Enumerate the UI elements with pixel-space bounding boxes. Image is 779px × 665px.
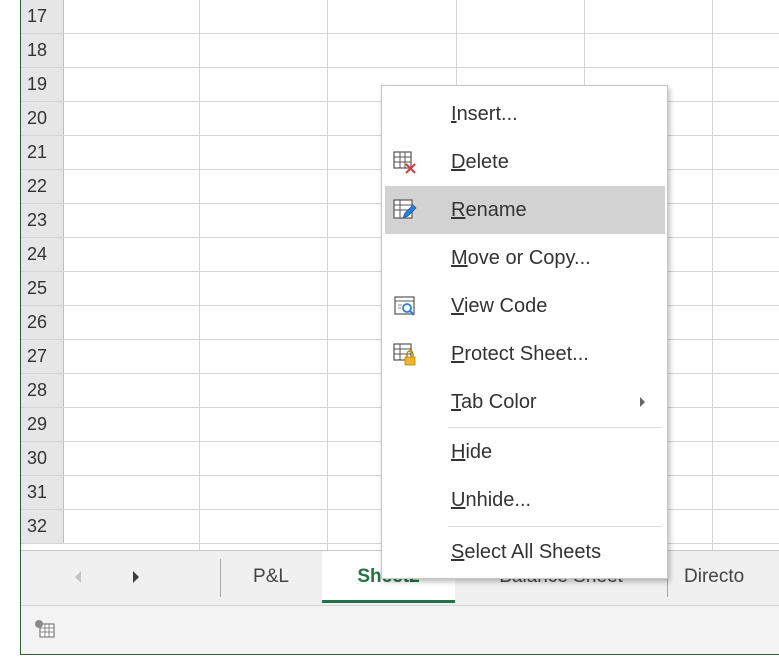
- row-header[interactable]: 19: [21, 68, 64, 101]
- row-header[interactable]: 20: [21, 102, 64, 135]
- row-header[interactable]: 25: [21, 272, 64, 305]
- menu-item-tab-color[interactable]: Tab Color: [385, 378, 665, 426]
- row-header[interactable]: 23: [21, 204, 64, 237]
- menu-item-insert[interactable]: Insert...: [385, 90, 665, 138]
- menu-item-unhide[interactable]: Unhide...: [385, 476, 665, 524]
- menu-item-move-or-copy[interactable]: Move or Copy...: [385, 234, 665, 282]
- sheet-tab-pl[interactable]: P&L: [221, 551, 321, 603]
- row-header[interactable]: 17: [21, 0, 64, 33]
- menu-item-label: Select All Sheets: [451, 541, 602, 563]
- menu-item-label: Move or Copy...: [451, 247, 591, 269]
- menu-item-label: Insert...: [451, 103, 518, 125]
- view-code-icon: [394, 296, 415, 316]
- sheet-tab-directo[interactable]: Directo: [676, 551, 779, 603]
- sheet-context-menu: Insert... Delete Rename Move or Copy...: [381, 85, 668, 579]
- menu-item-protect-sheet[interactable]: Protect Sheet...: [385, 330, 665, 378]
- row-header[interactable]: 29: [21, 408, 64, 441]
- menu-item-delete[interactable]: Delete: [385, 138, 665, 186]
- row-header[interactable]: 30: [21, 442, 64, 475]
- row-header[interactable]: 18: [21, 34, 64, 67]
- menu-item-label: View Code: [451, 295, 548, 317]
- menu-item-hide[interactable]: Hide: [385, 428, 665, 476]
- menu-item-label: Delete: [451, 151, 509, 173]
- menu-item-select-all-sheets[interactable]: Select All Sheets: [385, 528, 665, 576]
- menu-item-label: Tab Color: [451, 391, 537, 413]
- menu-item-view-code[interactable]: View Code: [385, 282, 665, 330]
- menu-separator: [448, 526, 662, 527]
- scroll-tabs-right-icon[interactable]: [133, 571, 139, 583]
- row-header[interactable]: 22: [21, 170, 64, 203]
- row-header[interactable]: 27: [21, 340, 64, 373]
- submenu-arrow-icon: [640, 397, 645, 407]
- row-header[interactable]: 26: [21, 306, 64, 339]
- menu-item-label: Rename: [451, 199, 527, 221]
- row-header[interactable]: 28: [21, 374, 64, 407]
- grid-row[interactable]: 18: [21, 34, 779, 68]
- rename-sheet-icon: [393, 199, 417, 219]
- row-header[interactable]: 24: [21, 238, 64, 271]
- menu-item-label: Unhide...: [451, 489, 532, 511]
- row-header[interactable]: 31: [21, 476, 64, 509]
- delete-sheet-icon: [393, 151, 416, 174]
- protect-sheet-icon: [393, 343, 416, 366]
- status-bar: [21, 606, 779, 654]
- row-header[interactable]: 21: [21, 136, 64, 169]
- macro-recording-icon[interactable]: [34, 619, 56, 639]
- scroll-tabs-left-icon[interactable]: [75, 571, 81, 583]
- menu-item-label: Protect Sheet...: [451, 343, 589, 365]
- row-header[interactable]: 32: [21, 510, 64, 543]
- menu-item-label: Hide: [451, 441, 493, 463]
- menu-item-rename[interactable]: Rename: [385, 186, 665, 234]
- grid-row[interactable]: 17: [21, 0, 779, 34]
